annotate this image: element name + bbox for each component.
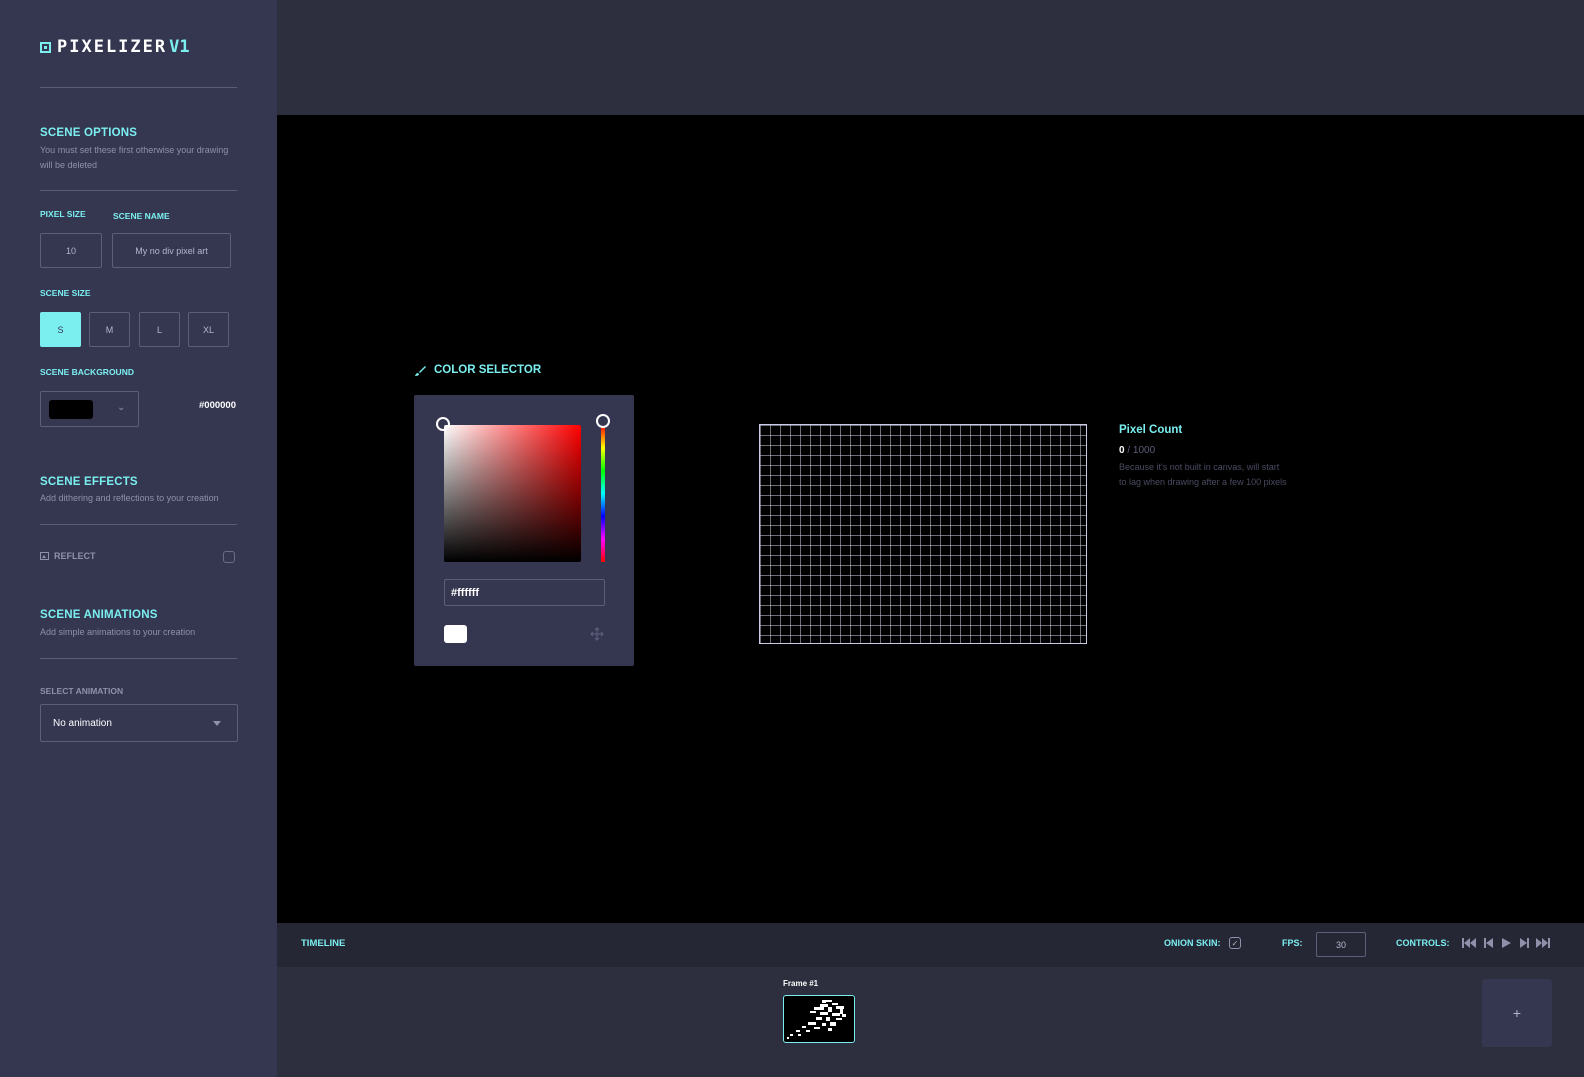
- divider: [40, 190, 237, 191]
- logo-version: V1: [169, 37, 190, 57]
- scene-background-label: SCENE BACKGROUND: [40, 367, 134, 377]
- scene-size-s-button[interactable]: S: [40, 312, 81, 347]
- color-selector-title: COLOR SELECTOR: [434, 364, 542, 376]
- first-frame-icon[interactable]: [1462, 936, 1476, 950]
- onion-skin-label: ONION SKIN:: [1164, 938, 1221, 948]
- hue-slider[interactable]: [601, 425, 605, 562]
- pixel-size-label: PIXEL SIZE: [40, 209, 86, 219]
- scene-size-xl-button[interactable]: XL: [188, 312, 229, 347]
- scene-background-hex: #000000: [199, 400, 236, 411]
- chevron-down-icon: ⌄: [117, 402, 126, 413]
- pixel-count-note: Because it's not built in canvas, will s…: [1119, 462, 1287, 487]
- logo-text: PIXELIZER: [57, 37, 168, 57]
- prev-frame-icon[interactable]: [1484, 936, 1493, 950]
- onion-skin-checkbox[interactable]: ✓: [1229, 937, 1241, 949]
- scene-name-label: SCENE NAME: [113, 211, 170, 221]
- sidebar: PIXELIZER V1 SCENE OPTIONS You must set …: [0, 0, 277, 1077]
- reflect-label: REFLECT: [54, 551, 96, 561]
- fps-input[interactable]: 30: [1316, 932, 1366, 957]
- color-selector-panel: #ffffff: [414, 395, 634, 666]
- select-animation-label: SELECT ANIMATION: [40, 686, 124, 696]
- scene-size-m-button[interactable]: M: [89, 312, 130, 347]
- saturation-value-handle[interactable]: [436, 417, 450, 431]
- last-frame-icon[interactable]: [1536, 936, 1550, 950]
- caret-down-icon: [213, 721, 221, 726]
- pixel-count-separator: /: [1124, 445, 1133, 456]
- next-frame-icon[interactable]: [1520, 936, 1529, 950]
- pixel-count-value: 0 / 1000: [1119, 445, 1155, 456]
- add-frame-button[interactable]: +: [1482, 979, 1552, 1047]
- animation-select[interactable]: No animation: [40, 704, 238, 742]
- app-logo: PIXELIZER V1: [40, 37, 190, 57]
- scene-animations-description: Add simple animations to your creation: [40, 627, 196, 637]
- reflect-option: REFLECT: [40, 551, 96, 561]
- fps-label: FPS:: [1282, 938, 1303, 948]
- play-icon[interactable]: [1501, 936, 1511, 950]
- brush-icon: [414, 364, 426, 376]
- divider: [40, 524, 237, 525]
- hex-color-input[interactable]: #ffffff: [444, 579, 605, 606]
- pixel-count-title: Pixel Count: [1119, 424, 1183, 436]
- scene-options-title: SCENE OPTIONS: [40, 127, 138, 139]
- pixel-size-input[interactable]: 10: [40, 233, 102, 268]
- scene-effects-description: Add dithering and reflections to your cr…: [40, 493, 219, 503]
- scene-effects-title: SCENE EFFECTS: [40, 476, 138, 488]
- scene-size-label: SCENE SIZE: [40, 288, 91, 298]
- scene-animations-title: SCENE ANIMATIONS: [40, 609, 158, 621]
- drawing-canvas[interactable]: [759, 424, 1087, 644]
- scene-options-description: You must set these first otherwise your …: [40, 145, 229, 170]
- pixel-count-max: 1000: [1132, 445, 1156, 456]
- timeline-bar: TIMELINE ONION SKIN: ✓ FPS: 30 CONTROLS:: [277, 923, 1584, 967]
- move-icon[interactable]: [590, 627, 604, 641]
- top-bar: [277, 0, 1584, 115]
- image-icon: [40, 552, 49, 560]
- logo-icon: [40, 41, 51, 53]
- hue-slider-handle[interactable]: [596, 414, 610, 428]
- animation-select-value: No animation: [53, 718, 112, 729]
- scene-size-l-button[interactable]: L: [139, 312, 180, 347]
- divider: [40, 87, 237, 88]
- frame-preview-image: [787, 1000, 846, 1039]
- background-color-swatch: [49, 400, 93, 419]
- controls-label: CONTROLS:: [1396, 938, 1450, 948]
- reflect-checkbox[interactable]: [223, 551, 235, 563]
- current-color-swatch: [444, 625, 467, 643]
- timeline-title: TIMELINE: [301, 938, 346, 949]
- color-selector-header: COLOR SELECTOR: [414, 364, 541, 376]
- saturation-value-picker[interactable]: [444, 425, 581, 562]
- divider: [40, 658, 237, 659]
- scene-name-input[interactable]: My no div pixel art: [112, 233, 231, 268]
- frame-label: Frame #1: [783, 979, 819, 988]
- frame-thumbnail[interactable]: [783, 995, 855, 1043]
- frames-strip: Frame #1 +: [277, 967, 1584, 1077]
- scene-background-picker[interactable]: ⌄: [40, 391, 139, 427]
